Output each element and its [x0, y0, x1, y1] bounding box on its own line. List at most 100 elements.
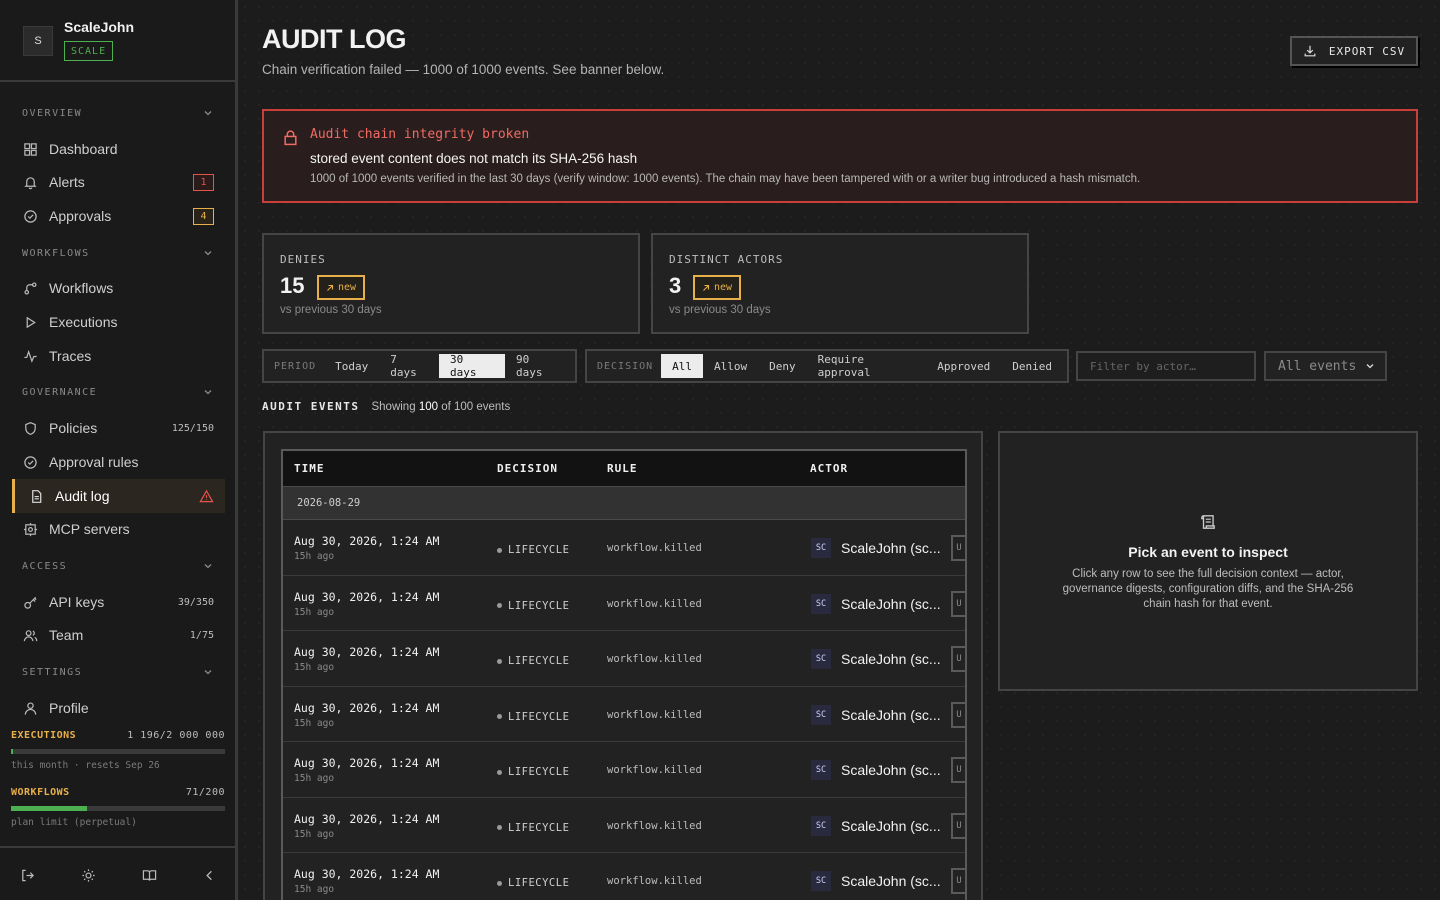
section-settings[interactable]: SETTINGS: [22, 664, 214, 680]
decision-option-denied[interactable]: Denied: [1001, 354, 1063, 378]
inspector-description: Click any row to see the full decision c…: [1062, 568, 1354, 610]
event-actor: SC ScaleJohn (sc...: [811, 760, 941, 780]
period-option-90-days[interactable]: 90 days: [505, 353, 571, 379]
section-overview[interactable]: OVERVIEW: [22, 105, 214, 121]
event-truncated-cell: U: [951, 812, 965, 839]
usage-bar-fill: [11, 806, 87, 811]
event-time: Aug 30, 2026, 1:24 AM: [294, 589, 440, 604]
period-option-today[interactable]: Today: [324, 354, 379, 378]
table-row[interactable]: Aug 30, 2026, 1:24 AM 15h ago LIFECYCLE wor…: [283, 798, 965, 853]
theme-toggle-button[interactable]: [79, 866, 97, 884]
filter-label: DECISION: [597, 360, 654, 372]
activity-icon: [24, 349, 37, 363]
decision-option-approved[interactable]: Approved: [926, 354, 1001, 378]
table-row[interactable]: Aug 30, 2026, 1:24 AM 15h ago LIFECYCLE wor…: [283, 631, 965, 687]
sidebar-item-approvals[interactable]: Approvals 4: [12, 199, 225, 233]
sidebar-item-alerts[interactable]: Alerts 1: [12, 165, 225, 199]
sidebar-item-policies[interactable]: Policies 125/150: [12, 411, 225, 445]
export-csv-button[interactable]: EXPORT CSV: [1290, 36, 1418, 66]
table-body: Aug 30, 2026, 1:24 AM 15h ago LIFECYCLE wor…: [283, 520, 965, 900]
event-time: Aug 30, 2026, 1:24 AM: [294, 645, 440, 659]
export-csv-label: EXPORT CSV: [1328, 44, 1406, 58]
sun-icon: [81, 868, 95, 882]
usage-label: EXECUTIONS: [11, 730, 77, 741]
sidebar-item-profile[interactable]: Profile: [12, 691, 225, 725]
sidebar-item-dashboard[interactable]: Dashboard: [12, 132, 225, 166]
workflow-icon: [24, 281, 37, 295]
logout-button[interactable]: [18, 866, 36, 884]
events-count: Showing 100 of 100 events: [371, 401, 510, 413]
workspace-avatar: S: [23, 26, 53, 56]
column-header-decision[interactable]: DECISION: [497, 462, 558, 475]
column-header-actor[interactable]: ACTOR: [810, 462, 848, 475]
workspace-switcher[interactable]: S ScaleJohn SCALE: [0, 0, 235, 82]
check-circle-icon: [24, 455, 37, 469]
logout-icon: [21, 869, 34, 881]
docs-button[interactable]: [140, 866, 158, 884]
sidebar-item-label: Approval rules: [49, 454, 139, 470]
stat-trend-badge: new: [693, 275, 742, 300]
inspector-title: Pick an event to inspect: [1128, 544, 1288, 560]
chevron-left-icon: [205, 870, 212, 880]
bell-icon: [24, 176, 37, 189]
decision-option-deny[interactable]: Deny: [758, 354, 807, 378]
event-decision: LIFECYCLE: [497, 877, 569, 889]
decision-option-allow[interactable]: Allow: [703, 354, 758, 378]
lock-icon: [284, 130, 297, 146]
decision-option-require-approval[interactable]: Require approval: [807, 353, 927, 379]
event-truncated-cell: U: [951, 757, 965, 783]
event-relative-time: 15h ago: [294, 551, 335, 562]
sidebar-item-executions[interactable]: Executions: [12, 305, 225, 339]
sidebar-item-approval-rules[interactable]: Approval rules: [12, 445, 225, 479]
sidebar-item-api-keys[interactable]: API keys 39/350: [12, 585, 225, 619]
table-row[interactable]: Aug 30, 2026, 1:24 AM 15h ago LIFECYCLE wor…: [283, 687, 965, 742]
sidebar-item-label: Policies: [49, 420, 98, 436]
event-rule: workflow.killed: [607, 875, 702, 887]
play-icon: [26, 316, 36, 328]
table-row[interactable]: Aug 30, 2026, 1:24 AM 15h ago LIFECYCLE wor…: [283, 853, 965, 900]
stat-note: vs previous 30 days: [280, 304, 382, 316]
table-header: TIME DECISION RULE ACTOR: [283, 451, 965, 486]
plan-badge: SCALE: [64, 41, 114, 61]
table-row[interactable]: Aug 30, 2026, 1:24 AM 15h ago LIFECYCLE wor…: [283, 576, 965, 631]
sidebar-item-mcp-servers[interactable]: MCP servers: [12, 512, 225, 546]
sidebar-item-audit-log[interactable]: Audit log: [12, 479, 225, 513]
event-type-select[interactable]: All events: [1264, 351, 1387, 381]
sidebar-item-label: Profile: [49, 700, 89, 716]
avatar: SC: [811, 815, 831, 836]
table-row[interactable]: Aug 30, 2026, 1:24 AM 15h ago LIFECYCLE wor…: [283, 742, 965, 798]
event-decision: LIFECYCLE: [497, 600, 569, 612]
section-governance[interactable]: GOVERNANCE: [22, 384, 214, 400]
arrow-up-right-icon: [703, 284, 710, 291]
decision-dot-icon: [497, 547, 502, 553]
actor-name: ScaleJohn (sc...: [841, 595, 941, 612]
sidebar-item-team[interactable]: Team 1/75: [12, 618, 225, 652]
period-option-30-days[interactable]: 30 days: [438, 353, 505, 379]
decision-label: LIFECYCLE: [508, 821, 570, 834]
section-access[interactable]: ACCESS: [22, 558, 214, 574]
chevron-down-icon: [204, 390, 212, 395]
decision-label: LIFECYCLE: [508, 599, 570, 612]
sidebar-item-label: Approvals: [49, 208, 112, 224]
sidebar-item-label: Executions: [49, 314, 118, 330]
period-option-7-days[interactable]: 7 days: [379, 353, 439, 379]
stat-card-denies: DENIES 15 new vs previous 30 days: [262, 233, 640, 334]
decision-option-all[interactable]: All: [661, 354, 704, 378]
section-workflows[interactable]: WORKFLOWS: [22, 245, 214, 261]
section-title: GOVERNANCE: [22, 386, 98, 398]
banner-detail: 1000 of 1000 events verified in the last…: [310, 173, 1141, 185]
sidebar-item-traces[interactable]: Traces: [12, 339, 225, 373]
column-header-rule[interactable]: RULE: [607, 462, 638, 475]
chevron-down-icon: [204, 251, 212, 256]
stat-trend-badge: new: [317, 275, 366, 300]
cog-icon: [23, 522, 38, 536]
decision-label: LIFECYCLE: [508, 655, 570, 667]
actor-filter-input[interactable]: Filter by actor…: [1076, 351, 1256, 381]
avatar: SC: [811, 649, 831, 669]
sidebar-item-workflows[interactable]: Workflows: [12, 271, 225, 305]
column-header-time[interactable]: TIME: [294, 462, 325, 475]
table-row[interactable]: Aug 30, 2026, 1:24 AM 15h ago LIFECYCLE wor…: [283, 520, 965, 576]
executions-usage-bar: [11, 749, 225, 754]
section-title: WORKFLOWS: [22, 247, 90, 259]
collapse-sidebar-button[interactable]: [200, 866, 218, 884]
